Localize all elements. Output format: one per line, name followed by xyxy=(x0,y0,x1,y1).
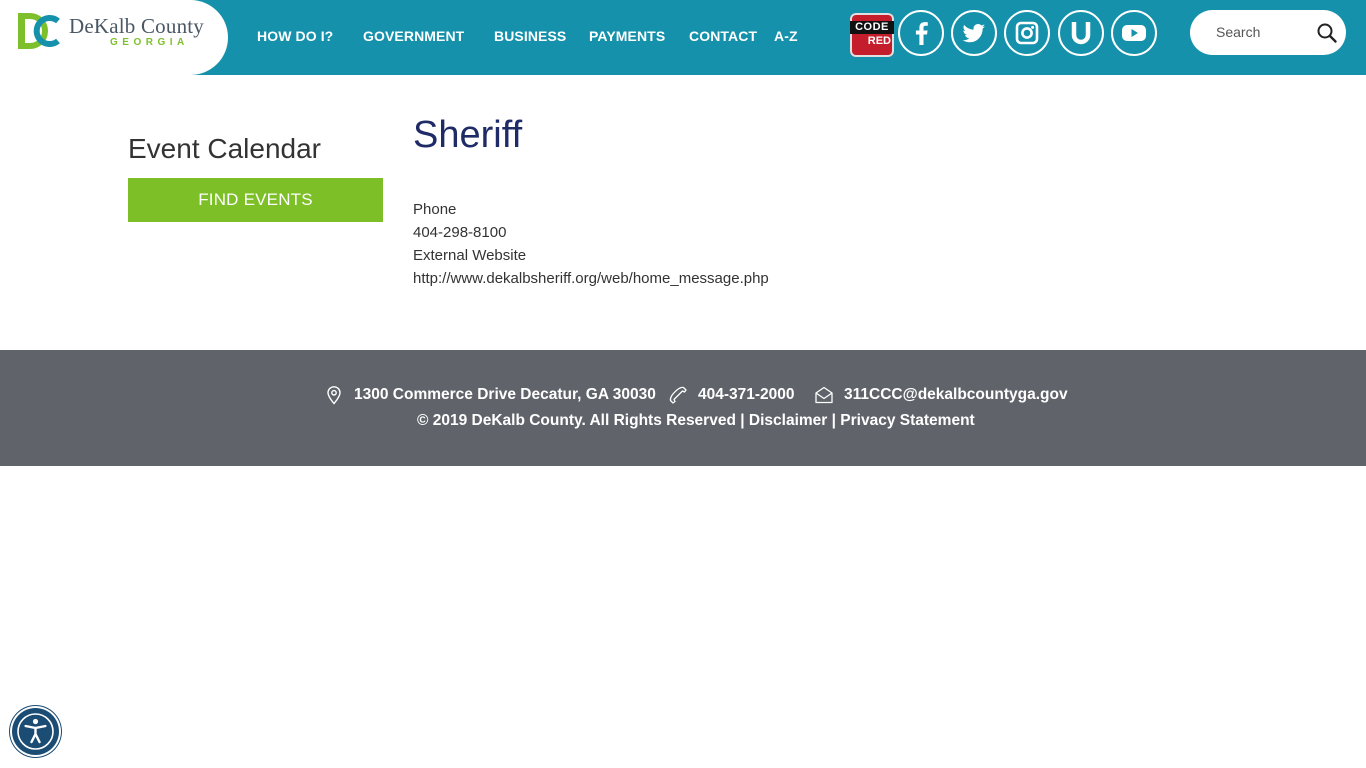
nav-payments[interactable]: PAYMENTS xyxy=(589,28,665,44)
youtube-icon[interactable] xyxy=(1111,10,1157,56)
footer-email[interactable]: 311CCC@dekalbcountyga.gov xyxy=(844,386,1068,404)
phone-icon xyxy=(669,386,687,404)
site-footer: 1300 Commerce Drive Decatur, GA 30030 40… xyxy=(0,350,1366,466)
u-icon[interactable] xyxy=(1058,10,1104,56)
logo-county-name: DeKalb County xyxy=(69,14,204,38)
nav-how-do-i[interactable]: HOW DO I? xyxy=(257,28,333,44)
find-events-button[interactable]: FIND EVENTS xyxy=(128,178,383,222)
phone-value: 404-298-8100 xyxy=(413,224,507,241)
footer-phone[interactable]: 404-371-2000 xyxy=(698,386,795,404)
privacy-statement-link[interactable]: Privacy Statement xyxy=(840,412,974,429)
phone-label: Phone xyxy=(413,201,457,218)
footer-copyright: © 2019 DeKalb County. All Rights Reserve… xyxy=(417,412,736,429)
nav-contact[interactable]: CONTACT xyxy=(689,28,757,44)
accessibility-icon xyxy=(17,713,54,750)
nav-government[interactable]: GOVERNMENT xyxy=(363,28,464,44)
twitter-icon[interactable] xyxy=(951,10,997,56)
search-icon[interactable] xyxy=(1316,22,1338,44)
codered-button[interactable]: CODE RED xyxy=(850,13,894,57)
footer-separator: | xyxy=(740,412,745,429)
map-pin-icon xyxy=(327,386,341,405)
website-link[interactable]: http://www.dekalbsheriff.org/web/home_me… xyxy=(413,270,769,287)
search-input[interactable] xyxy=(1216,22,1316,42)
envelope-icon xyxy=(815,386,833,404)
nav-a-z[interactable]: A-Z xyxy=(774,28,798,44)
accessibility-button[interactable] xyxy=(12,708,59,755)
logo-state-name: GEORGIA xyxy=(110,37,189,48)
sidebar-title: Event Calendar xyxy=(128,133,322,164)
codered-label-bottom: RED xyxy=(867,35,891,47)
footer-copyright-line: © 2019 DeKalb County. All Rights Reserve… xyxy=(417,412,975,430)
disclaimer-link[interactable]: Disclaimer xyxy=(749,412,827,429)
facebook-icon[interactable] xyxy=(898,10,944,56)
footer-address: 1300 Commerce Drive Decatur, GA 30030 xyxy=(354,386,656,403)
site-header: DeKalb County GEORGIA HOW DO I? GOVERNME… xyxy=(0,0,1366,75)
logo[interactable]: DeKalb County GEORGIA xyxy=(0,0,228,75)
codered-label-top: CODE xyxy=(850,21,894,34)
nav-business[interactable]: BUSINESS xyxy=(494,28,566,44)
instagram-icon[interactable] xyxy=(1004,10,1050,56)
footer-separator: | xyxy=(831,412,836,429)
page-title: Sheriff xyxy=(413,114,523,156)
website-label: External Website xyxy=(413,247,527,264)
dc-monogram-icon xyxy=(18,13,60,49)
